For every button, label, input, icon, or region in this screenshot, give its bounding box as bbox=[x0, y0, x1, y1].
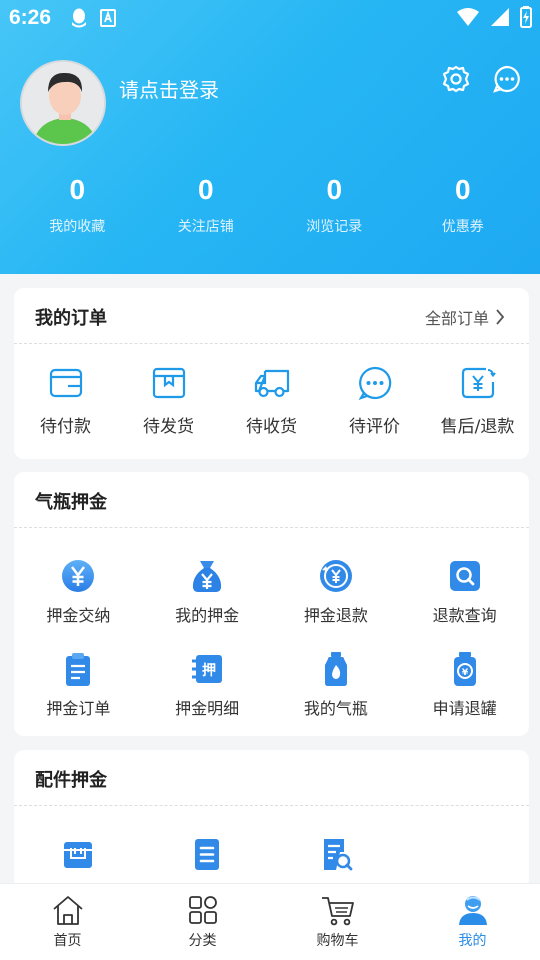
order-label: 待付款 bbox=[40, 417, 91, 437]
svg-text:押: 押 bbox=[202, 662, 216, 679]
status-bar: 6:26 bbox=[0, 0, 540, 36]
tab-category[interactable]: 分类 bbox=[135, 884, 270, 960]
stat-label: 关注店铺 bbox=[177, 219, 234, 235]
tab-mine[interactable]: 我的 bbox=[405, 884, 540, 960]
parts-box-icon bbox=[64, 842, 93, 868]
gas-cylinder-icon bbox=[324, 652, 347, 686]
grid-label: 押金订单 bbox=[46, 699, 111, 718]
message-icon[interactable] bbox=[492, 64, 522, 94]
money-bag-icon bbox=[193, 561, 222, 592]
tab-label: 分类 bbox=[188, 933, 217, 949]
doc-search-icon bbox=[323, 839, 353, 871]
grid-label: 押金明细 bbox=[175, 699, 240, 718]
tab-label: 购物车 bbox=[316, 933, 359, 949]
stat-label: 浏览记录 bbox=[306, 219, 363, 235]
truck-icon bbox=[254, 369, 289, 398]
tab-cart[interactable]: 购物车 bbox=[270, 884, 405, 960]
order-pending-receipt[interactable]: 待收货 bbox=[220, 366, 323, 437]
all-orders-label: 全部订单 bbox=[424, 309, 489, 328]
stat-value: 0 bbox=[197, 174, 214, 205]
tab-label: 我的 bbox=[458, 933, 487, 949]
deposit-detail-icon: 押 bbox=[192, 655, 223, 683]
user-icon bbox=[458, 896, 487, 925]
profile-header: 6:26 请点击登录 0 我的收藏 0 关注店铺 0 浏览记录 0 优惠券 bbox=[0, 0, 540, 274]
cellular-signal-icon bbox=[491, 8, 509, 26]
yuan-coin-icon bbox=[62, 560, 95, 592]
parts-card: 配件押金 配件购买 配件订单 退款查询 bbox=[14, 750, 529, 890]
home-icon bbox=[52, 896, 83, 925]
stat-value: 0 bbox=[454, 174, 471, 205]
parts-orders-item[interactable]: 配件订单 bbox=[143, 836, 272, 890]
parts-list-icon bbox=[195, 839, 220, 870]
orders-card-header: 我的订单 全部订单 bbox=[14, 288, 529, 344]
deposit-title: 气瓶押金 bbox=[35, 492, 107, 513]
deposit-orders-item[interactable]: 押金订单 bbox=[14, 651, 143, 744]
search-square-icon bbox=[449, 561, 480, 591]
grid-label: 押金退款 bbox=[303, 606, 368, 625]
orders-card: 我的订单 全部订单 待付款 待发货 待收货 待评价 售后/退款 bbox=[14, 288, 529, 459]
order-pending-payment[interactable]: 待付款 bbox=[14, 366, 117, 437]
clipboard-icon bbox=[66, 653, 91, 686]
apply-return-cylinder-item[interactable]: ¥ 申请退罐 bbox=[400, 651, 529, 744]
deposit-card-header: 气瓶押金 bbox=[14, 472, 529, 528]
stat-favorites[interactable]: 0 我的收藏 bbox=[13, 170, 142, 236]
chevron-right-icon bbox=[496, 309, 505, 325]
grid-label: 我的押金 bbox=[175, 606, 240, 625]
wallet-icon bbox=[49, 368, 82, 398]
cart-icon bbox=[321, 897, 354, 926]
deposit-detail-item[interactable]: 押 押金明细 bbox=[143, 651, 272, 744]
parts-card-header: 配件押金 bbox=[14, 750, 529, 806]
grid-label: 退款查询 bbox=[432, 606, 497, 625]
chat-bubble-icon bbox=[358, 366, 391, 400]
stats-row: 0 我的收藏 0 关注店铺 0 浏览记录 0 优惠券 bbox=[13, 170, 527, 236]
stat-followed-shops[interactable]: 0 关注店铺 bbox=[142, 170, 271, 236]
stat-label: 优惠券 bbox=[441, 219, 484, 235]
order-pending-shipment[interactable]: 待发货 bbox=[117, 366, 220, 437]
my-cylinder-item[interactable]: 我的气瓶 bbox=[272, 651, 401, 744]
my-deposit-item[interactable]: 我的押金 bbox=[143, 558, 272, 651]
login-prompt[interactable]: 请点击登录 bbox=[119, 74, 219, 103]
order-pending-review[interactable]: 待评价 bbox=[323, 366, 426, 437]
deposit-card: 气瓶押金 押金交纳 我的押金 押金退款 退款查询 押金订单 押 押金明细 我的气… bbox=[14, 472, 529, 736]
cylinder-return-icon: ¥ bbox=[453, 652, 476, 686]
parts-title: 配件押金 bbox=[35, 770, 107, 791]
svg-text:¥: ¥ bbox=[461, 668, 468, 678]
order-label: 售后/退款 bbox=[440, 417, 515, 437]
wifi-icon bbox=[457, 8, 479, 26]
stat-history[interactable]: 0 浏览记录 bbox=[270, 170, 399, 236]
category-icon bbox=[188, 896, 217, 924]
grid-label: 押金交纳 bbox=[46, 606, 111, 625]
stat-coupons[interactable]: 0 优惠券 bbox=[399, 170, 528, 236]
order-label: 待收货 bbox=[246, 417, 297, 437]
stat-value: 0 bbox=[69, 174, 86, 205]
stat-label: 我的收藏 bbox=[49, 219, 106, 235]
bottom-tab-bar: 首页 分类 购物车 我的 bbox=[0, 883, 540, 960]
deposit-refund-item[interactable]: 押金退款 bbox=[272, 558, 401, 651]
refund-icon bbox=[461, 367, 496, 399]
app-notification-icon bbox=[100, 9, 116, 27]
order-label: 待发货 bbox=[143, 417, 194, 437]
grid-label: 申请退罐 bbox=[432, 699, 497, 718]
settings-gear-icon[interactable] bbox=[441, 64, 471, 94]
status-time: 6:26 bbox=[9, 6, 52, 29]
qq-notification-icon bbox=[72, 8, 86, 28]
order-after-sales[interactable]: 售后/退款 bbox=[426, 366, 529, 437]
stat-value: 0 bbox=[326, 174, 343, 205]
tab-home[interactable]: 首页 bbox=[0, 884, 135, 960]
parts-purchase-item[interactable]: 配件购买 bbox=[14, 836, 143, 890]
deposit-pay-item[interactable]: 押金交纳 bbox=[14, 558, 143, 651]
battery-charging-icon bbox=[520, 6, 532, 28]
grid-label: 我的气瓶 bbox=[303, 699, 368, 718]
parts-refund-query-item[interactable]: 退款查询 bbox=[272, 836, 401, 890]
order-label: 待评价 bbox=[349, 417, 400, 437]
refund-coin-icon bbox=[319, 560, 352, 592]
orders-title: 我的订单 bbox=[35, 308, 107, 329]
package-icon bbox=[152, 367, 185, 399]
default-avatar-icon bbox=[22, 62, 104, 144]
tab-label: 首页 bbox=[53, 933, 82, 949]
refund-query-item[interactable]: 退款查询 bbox=[400, 558, 529, 651]
all-orders-link[interactable]: 全部订单 bbox=[425, 305, 505, 329]
avatar[interactable] bbox=[20, 60, 106, 146]
